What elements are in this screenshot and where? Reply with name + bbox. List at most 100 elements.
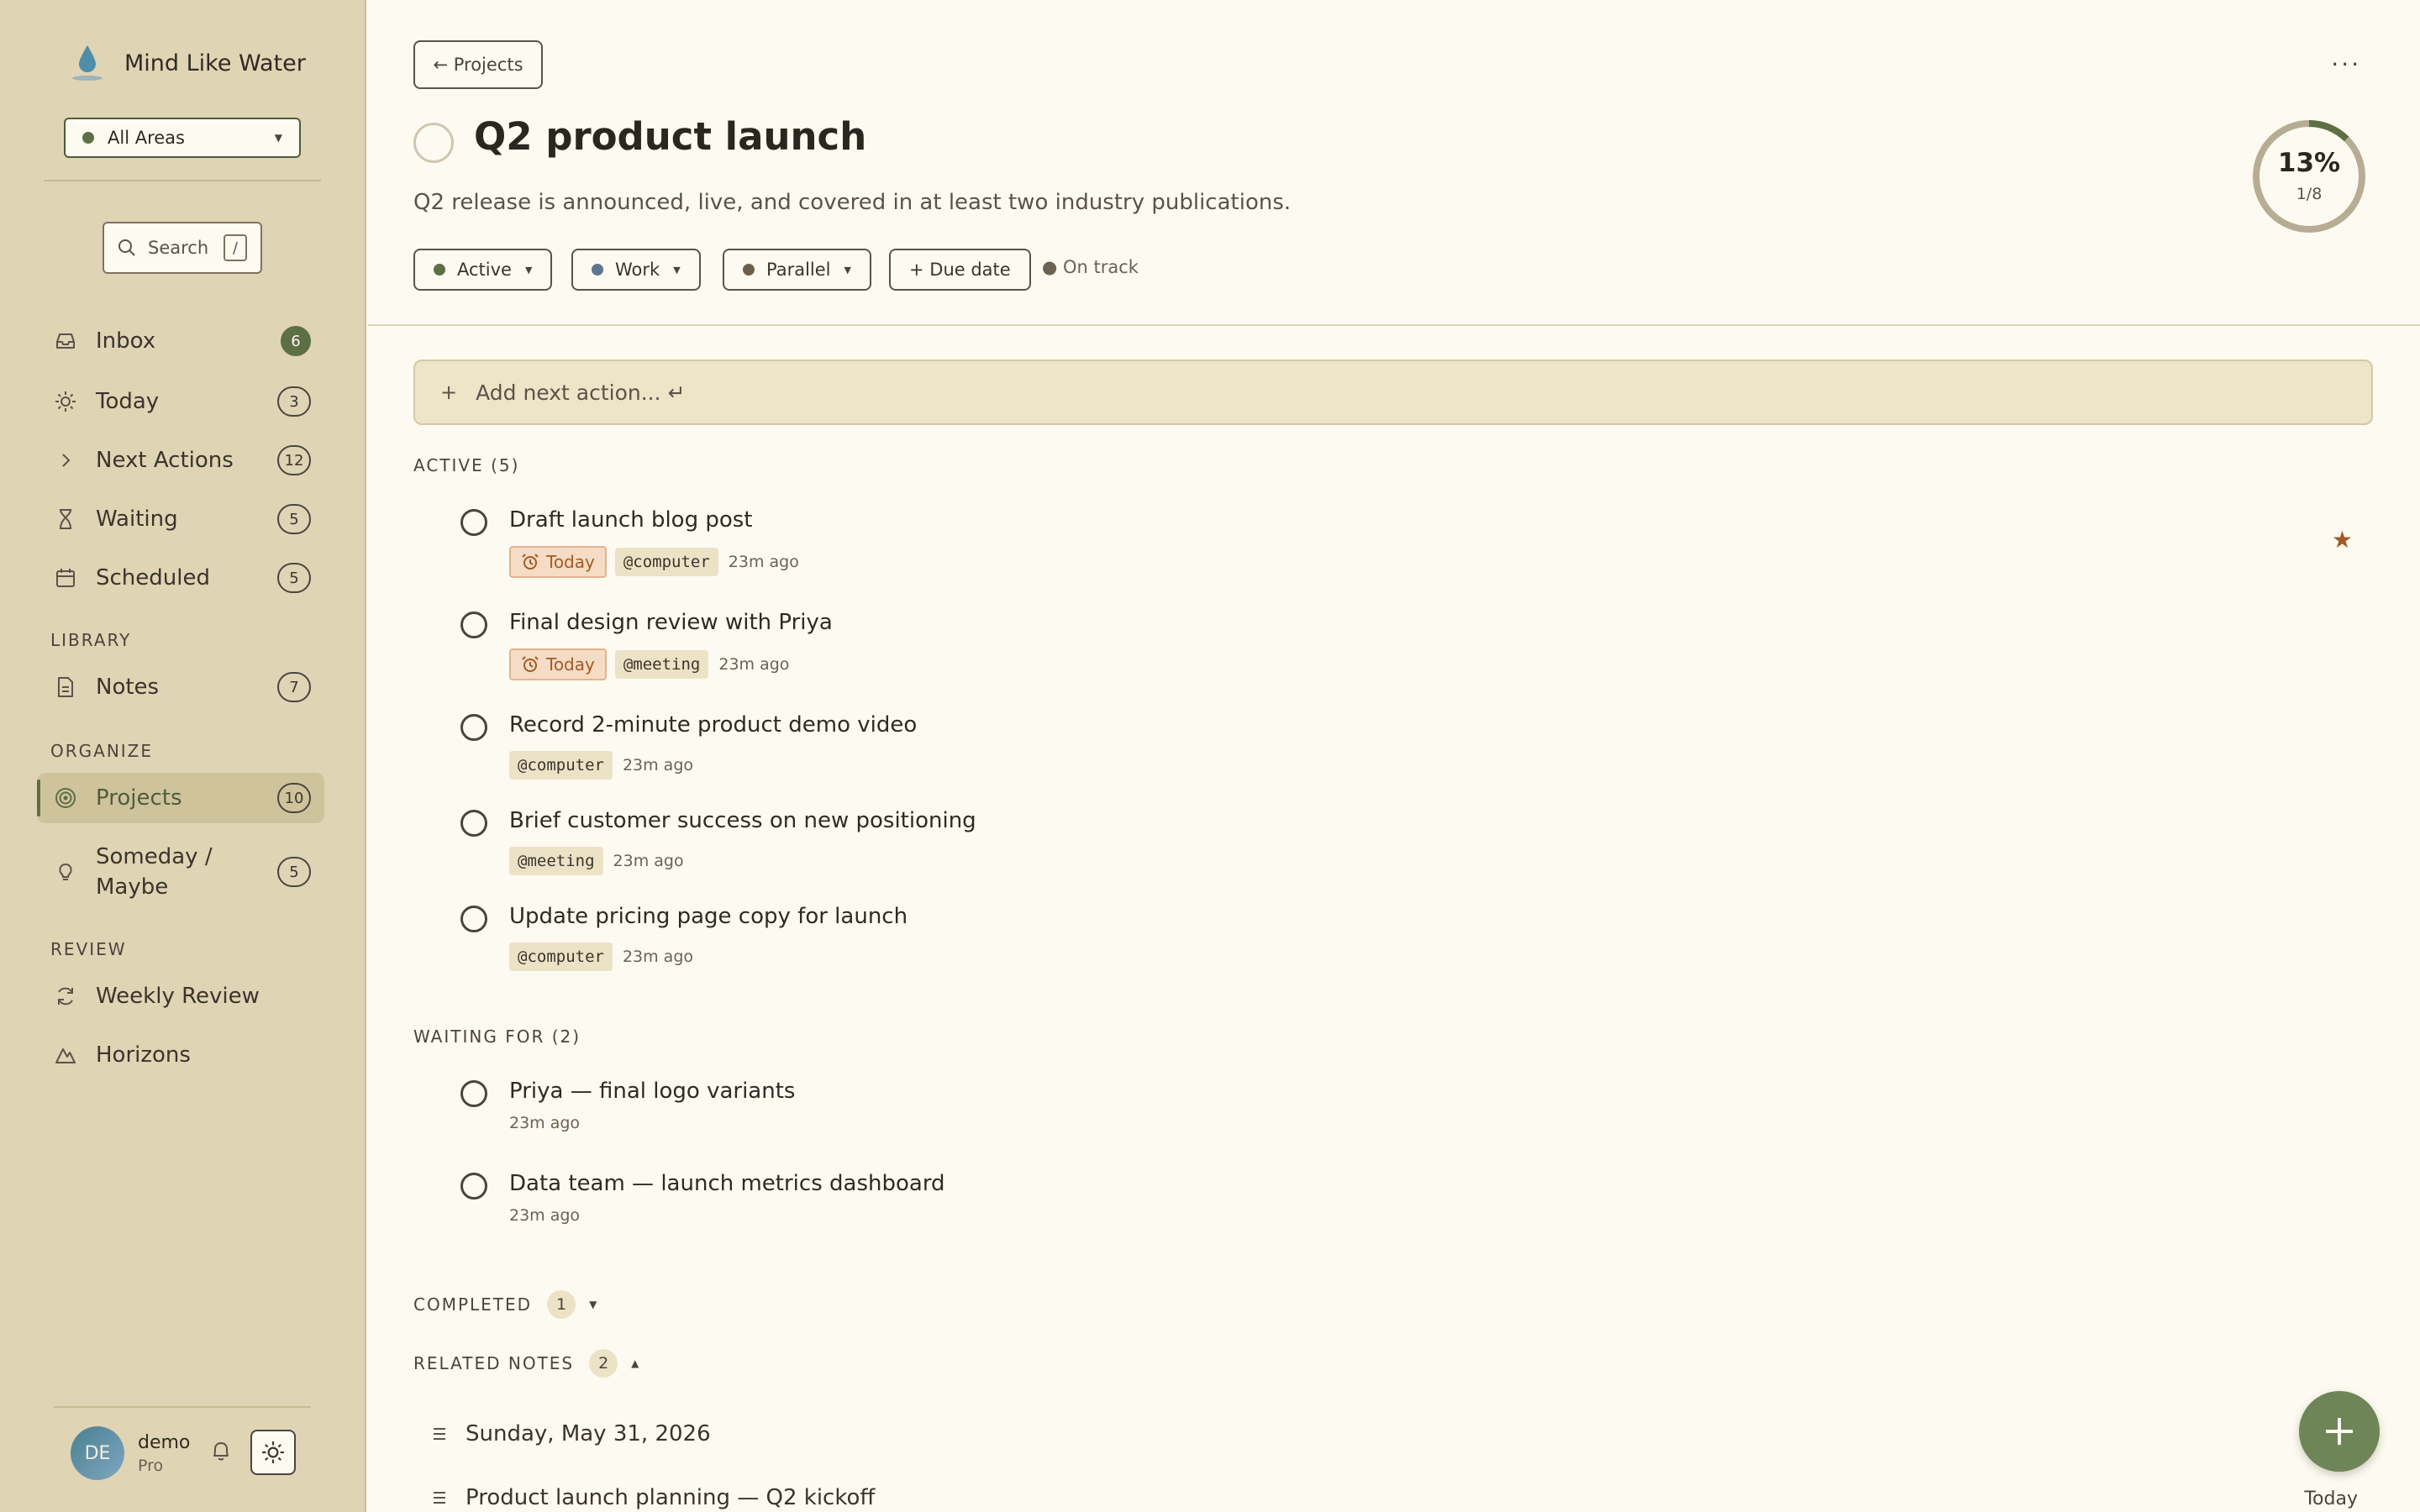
search-button[interactable]: Search / xyxy=(103,222,262,274)
area-dot-icon xyxy=(82,132,94,144)
related-note-title: Sunday, May 31, 2026 xyxy=(466,1421,711,1446)
area-dropdown[interactable]: Work ▼ xyxy=(571,249,701,291)
someday-label-line1: Someday / xyxy=(96,844,213,869)
project-detail: ← Projects ··· Q2 product launch Q2 rele… xyxy=(368,0,2420,1512)
status-chip-label: Active xyxy=(457,260,512,280)
task-checkbox[interactable] xyxy=(460,714,487,741)
task-checkbox[interactable] xyxy=(460,1080,487,1107)
calendar-icon xyxy=(54,566,77,590)
area-selector[interactable]: All Areas ▼ xyxy=(64,118,301,158)
note-lines-icon xyxy=(434,1492,445,1504)
related-notes-toggle[interactable]: RELATED NOTES 2 ▲ xyxy=(413,1349,640,1378)
lightbulb-icon xyxy=(54,860,77,884)
task-title[interactable]: Final design review with Priya xyxy=(509,610,833,635)
more-options-icon[interactable]: ··· xyxy=(2331,50,2361,78)
task-title[interactable]: Record 2-minute product demo video xyxy=(509,712,917,738)
theme-toggle-button[interactable] xyxy=(250,1430,296,1475)
user-plan: Pro xyxy=(138,1456,164,1475)
projects-count-badge: 10 xyxy=(277,783,311,813)
someday-count-badge: 5 xyxy=(277,857,311,887)
quick-add-button[interactable] xyxy=(2299,1391,2380,1472)
chevron-down-icon: ▼ xyxy=(844,264,851,276)
task-age: 23m ago xyxy=(509,1206,581,1225)
alarm-clock-icon xyxy=(522,656,539,672)
task-title[interactable]: Priya — final logo variants xyxy=(509,1079,795,1104)
due-date-button[interactable]: + Due date xyxy=(889,249,1031,291)
sidebar-item-notes[interactable]: Notes 7 xyxy=(37,662,324,712)
sidebar-item-next-actions[interactable]: Next Actions 12 xyxy=(37,435,324,486)
task-checkbox[interactable] xyxy=(460,906,487,932)
mode-chip-label: Parallel xyxy=(766,260,831,280)
sidebar-item-weekly-review[interactable]: Weekly Review xyxy=(37,971,324,1021)
sidebar-item-label: Inbox xyxy=(96,328,156,354)
completed-group-toggle[interactable]: COMPLETED 1 ▼ xyxy=(413,1290,598,1319)
bell-icon[interactable] xyxy=(208,1438,234,1467)
task-age: 23m ago xyxy=(728,553,799,571)
next-actions-count-badge: 12 xyxy=(277,445,311,475)
task-title[interactable]: Brief customer success on new positionin… xyxy=(509,808,976,833)
sidebar-item-scheduled[interactable]: Scheduled 5 xyxy=(37,553,324,603)
task-checkbox[interactable] xyxy=(460,509,487,536)
task-meta: Today @computer 23m ago xyxy=(509,546,799,578)
sun-icon xyxy=(262,1441,284,1463)
sidebar-item-waiting[interactable]: Waiting 5 xyxy=(37,494,324,544)
sidebar-item-someday-maybe[interactable]: Someday / Maybe 5 xyxy=(37,832,324,912)
completed-count-badge: 1 xyxy=(547,1290,576,1319)
star-icon[interactable]: ★ xyxy=(2332,526,2353,554)
waiting-count-badge: 5 xyxy=(277,504,311,534)
status-dropdown[interactable]: Active ▼ xyxy=(413,249,553,291)
target-icon xyxy=(54,786,77,810)
area-selector-label: All Areas xyxy=(108,128,185,148)
document-icon xyxy=(54,675,77,699)
context-tag[interactable]: @meeting xyxy=(509,847,603,875)
task-checkbox[interactable] xyxy=(460,1173,487,1200)
task-meta: @meeting 23m ago xyxy=(509,847,684,875)
sidebar-item-today[interactable]: Today 3 xyxy=(37,376,324,427)
context-tag[interactable]: @computer xyxy=(509,751,613,780)
inbox-count-badge: 6 xyxy=(281,326,311,356)
app-brand[interactable]: Mind Like Water xyxy=(71,44,306,82)
context-tag[interactable]: @meeting xyxy=(614,650,709,679)
back-to-projects-button[interactable]: ← Projects xyxy=(413,40,543,89)
task-checkbox[interactable] xyxy=(460,612,487,638)
sidebar-item-inbox[interactable]: Inbox 6 xyxy=(37,316,324,366)
app-name: Mind Like Water xyxy=(124,50,306,76)
task-title[interactable]: Data team — launch metrics dashboard xyxy=(509,1171,945,1196)
chevron-down-icon: ▼ xyxy=(673,264,681,276)
task-title[interactable]: Update pricing page copy for launch xyxy=(509,904,908,929)
header-divider xyxy=(368,324,2420,326)
related-note-item[interactable]: Sunday, May 31, 2026 xyxy=(432,1421,711,1446)
related-note-item[interactable]: Product launch planning — Q2 kickoff xyxy=(432,1485,875,1510)
today-tag: Today xyxy=(509,648,607,680)
sidebar-footer-divider xyxy=(54,1406,311,1408)
project-complete-checkbox[interactable] xyxy=(413,123,454,163)
today-tag: Today xyxy=(509,546,607,578)
hourglass-icon xyxy=(54,507,77,531)
context-tag[interactable]: @computer xyxy=(509,942,613,971)
task-title[interactable]: Draft launch blog post xyxy=(509,507,753,533)
task-meta: @computer 23m ago xyxy=(509,751,693,780)
someday-label-line2: Maybe xyxy=(96,874,169,900)
today-tag-label: Today xyxy=(546,552,595,572)
progress-ring: 13% 1/8 xyxy=(2250,118,2368,235)
waiting-group-label: WAITING FOR (2) xyxy=(413,1026,581,1047)
page-title[interactable]: Q2 product launch xyxy=(474,114,866,159)
avatar[interactable]: DE xyxy=(71,1426,124,1480)
chevron-right-icon xyxy=(54,449,77,472)
project-description[interactable]: Q2 release is announced, live, and cover… xyxy=(413,190,1291,215)
chevron-down-icon: ▼ xyxy=(524,264,533,276)
sidebar-item-horizons[interactable]: Horizons xyxy=(37,1030,324,1080)
task-age: 23m ago xyxy=(613,852,684,870)
add-next-action-placeholder: Add next action... ↵ xyxy=(476,380,686,405)
context-tag[interactable]: @computer xyxy=(614,548,718,576)
fab-label: Today xyxy=(2304,1488,2358,1509)
today-count-badge: 3 xyxy=(277,386,311,417)
mode-dropdown[interactable]: Parallel ▼ xyxy=(723,249,871,291)
task-checkbox[interactable] xyxy=(460,810,487,837)
chevron-down-icon: ▼ xyxy=(274,132,282,144)
add-next-action-input[interactable]: + Add next action... ↵ xyxy=(413,360,2373,425)
sidebar-item-projects[interactable]: Projects 10 xyxy=(37,773,324,823)
chevron-up-icon: ▲ xyxy=(631,1357,641,1369)
chevron-down-icon: ▼ xyxy=(589,1299,599,1310)
mountain-icon xyxy=(54,1043,77,1067)
